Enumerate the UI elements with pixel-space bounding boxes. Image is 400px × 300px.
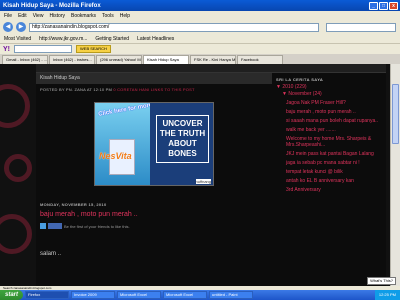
archive-post-link[interactable]: Welcome to my home Mrs. Sharpeis & Mrs.S… [286,136,386,148]
whats-this-button[interactable]: What's This? [367,277,396,285]
bookmark-most-visited[interactable]: Most Visited [4,36,31,42]
windows-taskbar: start Firefox Invoice 2009 Microsoft Exc… [0,290,400,300]
twitter-icon[interactable] [40,223,46,229]
menu-bar: File Edit View History Bookmarks Tools H… [0,11,400,20]
background-swirl [0,84,30,128]
taskbar-item-excel[interactable]: Microsoft Excel [117,291,162,299]
bookmark-jkr[interactable]: http://www.jkr.gov.m... [39,36,87,42]
post-links-link[interactable]: LINKS TO THIS POST [151,87,195,92]
taskbar-item-paint[interactable]: untitled - Paint [209,291,254,299]
bookmark-latest-headlines[interactable]: Latest Headlines [137,36,174,42]
taskbar-item-excel-2[interactable]: Microsoft Excel [163,291,208,299]
blog-header: Kisah Hidup Saya [36,73,272,84]
share-row: Be the first of your friends to like thi… [40,223,130,229]
start-button[interactable]: start [0,290,24,300]
menu-file[interactable]: File [4,13,12,19]
url-bar[interactable]: http://zanasanaindin.blogspot.com/ [29,22,319,32]
post-author: POSTED BY PN. ZANA AT [40,87,92,92]
yahoo-search-button[interactable]: WEB SEARCH [76,45,111,53]
archive-post-link[interactable]: baju merah , moto pun merah .. [286,109,386,115]
menu-bookmarks[interactable]: Bookmarks [71,13,96,19]
forward-button[interactable]: ▶ [16,22,26,32]
archive-post-link[interactable]: walk me back yer ....... [286,127,386,133]
post-comments-link[interactable]: 0 CORETAN HANI [113,87,149,92]
post-meta: POSTED BY PN. ZANA AT 12:10 PM 0 CORETAN… [36,84,272,95]
tab-fsk[interactable]: FSK Re - Kini Hanya Menanti... [190,55,236,64]
taskbar-item-firefox[interactable]: Firefox [25,291,70,299]
tab-yahoo-mail[interactable]: (296 unread) Yahoo! Mail, t... [96,55,142,64]
bookmarks-toolbar: Most Visited http://www.jkr.gov.m... Get… [0,34,400,43]
archive-post-link[interactable]: 3rd Anniversary [286,187,386,193]
system-clock: 12:25 PM [374,290,400,300]
archive-month[interactable]: ▼ November (24) [272,90,386,97]
tab-gmail[interactable]: Gmail - Inbox (462) - ... [2,55,48,64]
sidebar-heading: SRI LA CERITA SAYA [276,77,324,82]
scrollbar-thumb[interactable] [392,84,399,144]
facebook-like-icon[interactable] [48,223,62,229]
tab-facebook[interactable]: Facebook [237,55,283,64]
back-button[interactable]: ◀ [3,22,13,32]
yahoo-toolbar: Y! WEB SEARCH [0,43,400,54]
tab-inbox[interactable]: Inbox (462) - inshes... [49,55,95,64]
archive-post-link[interactable]: JKJ mein pass kat pantai Bagan Lalang [286,151,386,157]
menu-history[interactable]: History [49,13,65,19]
archive-post-link[interactable]: jaga ia sebab pc mana sabtar ni ! [286,160,386,166]
post-date: MONDAY, NOVEMBER 15, 2010 [40,202,107,207]
menu-edit[interactable]: Edit [18,13,27,19]
background-swirl [0,214,32,254]
archive-post-link[interactable]: antah ko EL B anniversary kan [286,178,386,184]
archive-post-link[interactable]: Jagoa Nak PM Fraser Hill? [286,100,386,106]
archive-year[interactable]: ▼ 2010 (229) [272,82,386,90]
like-text: Be the first of your friends to like thi… [64,223,130,229]
menu-tools[interactable]: Tools [102,13,114,19]
vertical-scrollbar[interactable] [390,64,400,286]
menu-help[interactable]: Help [120,13,130,19]
ad-brand: NesVita [99,151,132,161]
yahoo-search-input[interactable] [14,45,72,53]
blog-archive-sidebar: SRI LA CERITA SAYA ▼ 2010 (229) ▼ Novemb… [272,73,386,286]
close-button[interactable]: x [389,1,398,10]
tab-kisah-hidup-saya[interactable]: Kisah Hidup Saya [143,55,189,64]
archive-post-list: Jagoa Nak PM Fraser Hill? baju merah , m… [272,100,386,193]
browser-search-input[interactable] [326,22,396,32]
window-title: Kisah Hidup Saya - Mozilla Firefox [3,2,101,9]
archive-post-link[interactable]: tempat letak kunci @ bilik [286,169,386,175]
yahoo-logo[interactable]: Y! [3,46,10,53]
navigation-toolbar: ◀ ▶ http://zanasanaindin.blogspot.com/ [0,20,400,34]
bookmark-getting-started[interactable]: Getting Started [95,36,129,42]
blogger-navbar [36,64,386,73]
ad-right-panel: UNCOVER THE TRUTH ABOUT BONES [150,103,213,185]
taskbar-item-invoice[interactable]: Invoice 2009 [71,291,116,299]
tab-strip: Gmail - Inbox (462) - ... Inbox (462) - … [0,54,400,64]
background-swirl [4,154,32,182]
menu-view[interactable]: View [33,13,44,19]
window-controls: _ □ x [369,1,400,10]
post-column: POSTED BY PN. ZANA AT 12:10 PM 0 CORETAN… [36,84,272,286]
post-time[interactable]: 12:10 PM [93,87,112,92]
advertisement-banner[interactable]: Click here for more info NesVita UNCOVER… [94,102,214,186]
ad-headline: UNCOVER THE TRUTH ABOUT BONES [156,115,209,163]
archive-post-link[interactable]: si saaah mana pun boleh dapat rupanya.. [286,118,386,124]
maximize-button[interactable]: □ [379,1,388,10]
minimize-button[interactable]: _ [369,1,378,10]
page-viewport: Kisah Hidup Saya POSTED BY PN. ZANA AT 1… [0,64,390,286]
post-body: salam .. [40,251,62,257]
window-titlebar: Kisah Hidup Saya - Mozilla Firefox _ □ x [0,0,400,11]
ad-network-label[interactable]: nuffnang [195,179,211,184]
post-title[interactable]: baju merah , moto pun merah .. [40,211,138,218]
